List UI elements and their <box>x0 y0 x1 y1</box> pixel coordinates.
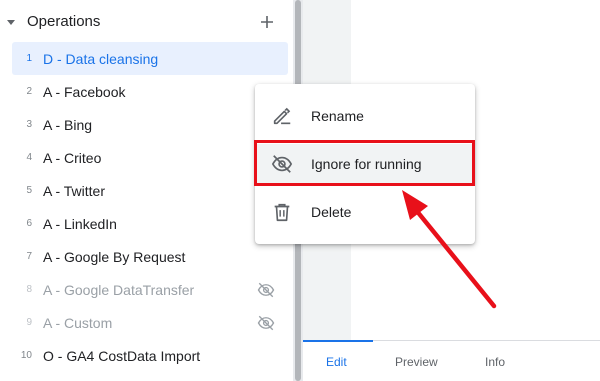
operation-number: 5 <box>26 185 32 196</box>
operation-item[interactable]: 8 A - Google DataTransfer <box>12 273 288 306</box>
eye-off-icon[interactable] <box>257 314 275 332</box>
tab-info[interactable]: Info <box>485 355 505 369</box>
operation-item[interactable]: 2 A - Facebook <box>12 75 288 108</box>
caret-down-icon[interactable] <box>6 17 16 27</box>
operation-label: A - Google DataTransfer <box>43 281 195 298</box>
operation-number: 7 <box>26 251 32 262</box>
eye-off-icon[interactable] <box>257 281 275 299</box>
operation-item[interactable]: 1 D - Data cleansing <box>12 42 288 75</box>
operation-number: 9 <box>26 317 32 328</box>
tab-edit[interactable]: Edit <box>326 355 347 369</box>
menu-item-label: Rename <box>311 108 364 124</box>
operation-label: A - Twitter <box>43 182 105 199</box>
menu-item-delete[interactable]: Delete <box>255 192 475 232</box>
pencil-icon <box>273 107 291 125</box>
operation-item[interactable]: 3 A - Bing <box>12 108 288 141</box>
operations-list: 1 D - Data cleansing 2 A - Facebook 3 A … <box>12 42 288 372</box>
menu-item-rename[interactable]: Rename <box>255 96 475 136</box>
operation-label: A - LinkedIn <box>43 215 117 232</box>
operation-label: A - Bing <box>43 116 93 133</box>
operation-label: A - Google By Request <box>43 248 186 265</box>
operation-number: 2 <box>26 86 32 97</box>
menu-item-label: Delete <box>311 204 352 220</box>
operation-item[interactable]: 10 O - GA4 CostData Import <box>12 339 288 372</box>
bottom-tabs: Edit Preview Info <box>303 340 600 381</box>
trash-icon <box>274 203 290 222</box>
plus-icon <box>261 16 273 28</box>
operations-title: Operations <box>27 13 101 30</box>
operation-number: 3 <box>26 119 32 130</box>
operation-number: 6 <box>26 218 32 229</box>
operation-item[interactable]: 6 A - LinkedIn <box>12 207 288 240</box>
annotation-highlight-box <box>254 140 475 186</box>
active-tab-indicator <box>303 340 373 342</box>
operations-header[interactable]: Operations <box>0 6 293 38</box>
operation-number: 1 <box>26 53 32 64</box>
operation-label: A - Facebook <box>43 83 126 100</box>
operation-item[interactable]: 7 A - Google By Request <box>12 240 288 273</box>
operation-item[interactable]: 9 A - Custom <box>12 306 288 339</box>
operation-number: 10 <box>20 350 32 361</box>
operation-label: A - Custom <box>43 314 113 331</box>
operation-number: 4 <box>26 152 32 163</box>
operations-sidebar: Operations 1 D - Data cleansing 2 A - Fa… <box>0 0 293 381</box>
operation-item[interactable]: 4 A - Criteo <box>12 141 288 174</box>
operation-label: A - Criteo <box>43 149 102 166</box>
operation-label: D - Data cleansing <box>43 50 159 67</box>
operation-number: 8 <box>26 284 32 295</box>
operation-item[interactable]: 5 A - Twitter <box>12 174 288 207</box>
tab-preview[interactable]: Preview <box>395 355 438 369</box>
operation-label: O - GA4 CostData Import <box>43 347 201 364</box>
add-operation-button[interactable] <box>258 13 276 31</box>
